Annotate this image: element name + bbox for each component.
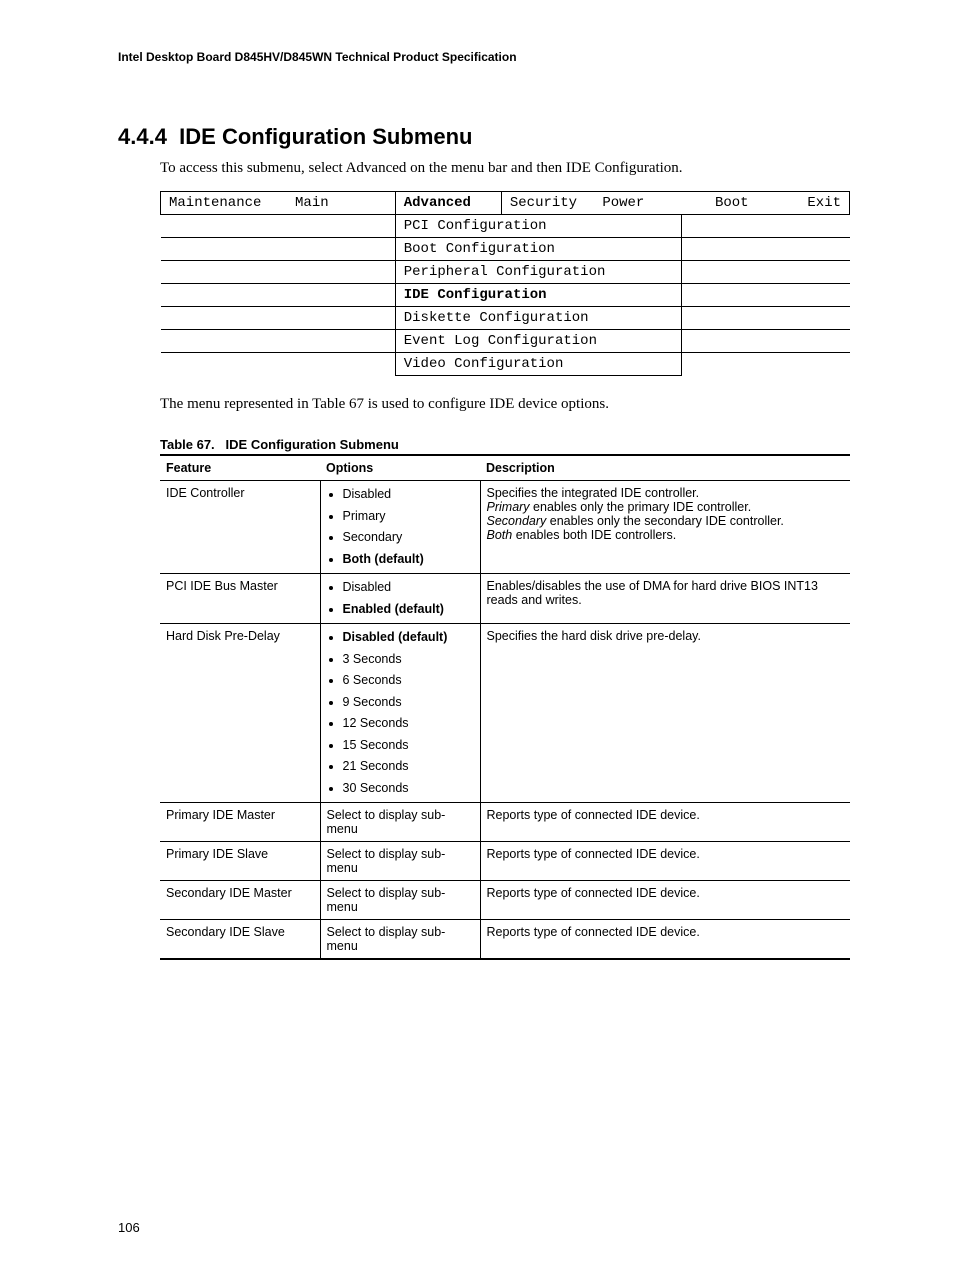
col-header-description: Description bbox=[480, 455, 850, 481]
menu-sub-pci: PCI Configuration bbox=[395, 215, 682, 238]
table-row: Hard Disk Pre-DelayDisabled (default)3 S… bbox=[160, 624, 850, 803]
cell-options: Select to display sub-menu bbox=[320, 842, 480, 881]
cell-description: Reports type of connected IDE device. bbox=[480, 803, 850, 842]
table-caption: Table 67. IDE Configuration Submenu bbox=[160, 437, 849, 452]
section-title-text: IDE Configuration Submenu bbox=[179, 124, 472, 149]
table-row: Secondary IDE MasterSelect to display su… bbox=[160, 881, 850, 920]
menu-sub-ide: IDE Configuration bbox=[395, 284, 682, 307]
section-between-text: The menu represented in Table 67 is used… bbox=[160, 396, 849, 413]
menu-tab-maintenance: Maintenance Main bbox=[161, 192, 396, 215]
table-row: Secondary IDE SlaveSelect to display sub… bbox=[160, 920, 850, 960]
cell-feature: Hard Disk Pre-Delay bbox=[160, 624, 320, 803]
cell-description: Specifies the hard disk drive pre-delay. bbox=[480, 624, 850, 803]
section-intro: To access this submenu, select Advanced … bbox=[160, 160, 849, 177]
bios-menu-diagram: Maintenance Main Advanced Security Power… bbox=[160, 191, 850, 376]
menu-sub-video: Video Configuration bbox=[395, 353, 682, 376]
cell-options: Select to display sub-menu bbox=[320, 803, 480, 842]
menu-tab-security-power: Security Power bbox=[501, 192, 681, 215]
cell-options: Select to display sub-menu bbox=[320, 881, 480, 920]
table-row: Primary IDE SlaveSelect to display sub-m… bbox=[160, 842, 850, 881]
cell-feature: Secondary IDE Slave bbox=[160, 920, 320, 960]
section-title: 4.4.4 IDE Configuration Submenu bbox=[118, 124, 849, 150]
table-row: PCI IDE Bus MasterDisabledEnabled (defau… bbox=[160, 574, 850, 624]
menu-tab-advanced: Advanced bbox=[395, 192, 501, 215]
col-header-feature: Feature bbox=[160, 455, 320, 481]
menu-sub-eventlog: Event Log Configuration bbox=[395, 330, 682, 353]
cell-description: Reports type of connected IDE device. bbox=[480, 920, 850, 960]
menu-sub-boot: Boot Configuration bbox=[395, 238, 682, 261]
cell-description: Reports type of connected IDE device. bbox=[480, 881, 850, 920]
cell-description: Specifies the integrated IDE controller.… bbox=[480, 481, 850, 574]
menu-sub-diskette: Diskette Configuration bbox=[395, 307, 682, 330]
cell-feature: PCI IDE Bus Master bbox=[160, 574, 320, 624]
cell-options: Select to display sub-menu bbox=[320, 920, 480, 960]
running-header: Intel Desktop Board D845HV/D845WN Techni… bbox=[118, 50, 849, 64]
config-table: Feature Options Description IDE Controll… bbox=[160, 454, 850, 960]
cell-options: DisabledPrimarySecondaryBoth (default) bbox=[320, 481, 480, 574]
table-row: IDE ControllerDisabledPrimarySecondaryBo… bbox=[160, 481, 850, 574]
cell-feature: Primary IDE Master bbox=[160, 803, 320, 842]
table-row: Primary IDE MasterSelect to display sub-… bbox=[160, 803, 850, 842]
cell-feature: IDE Controller bbox=[160, 481, 320, 574]
col-header-options: Options bbox=[320, 455, 480, 481]
cell-options: Disabled (default)3 Seconds6 Seconds9 Se… bbox=[320, 624, 480, 803]
cell-description: Reports type of connected IDE device. bbox=[480, 842, 850, 881]
section-number: 4.4.4 bbox=[118, 124, 167, 149]
cell-options: DisabledEnabled (default) bbox=[320, 574, 480, 624]
cell-feature: Primary IDE Slave bbox=[160, 842, 320, 881]
cell-feature: Secondary IDE Master bbox=[160, 881, 320, 920]
cell-description: Enables/disables the use of DMA for hard… bbox=[480, 574, 850, 624]
menu-sub-peripheral: Peripheral Configuration bbox=[395, 261, 682, 284]
page-number: 106 bbox=[118, 1220, 849, 1235]
menu-tab-boot-exit: Boot Exit bbox=[682, 192, 850, 215]
